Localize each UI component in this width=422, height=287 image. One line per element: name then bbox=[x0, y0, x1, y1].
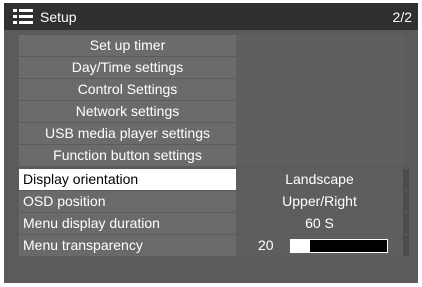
osd-position-label[interactable]: OSD position bbox=[19, 191, 236, 212]
row-edge bbox=[403, 213, 409, 234]
submenu-set-up-timer[interactable]: Set up timer bbox=[19, 35, 236, 56]
menu-title: Setup bbox=[40, 9, 77, 25]
display-orientation-value[interactable]: Landscape bbox=[236, 169, 403, 190]
submenu-day-time-settings[interactable]: Day/Time settings bbox=[19, 57, 236, 78]
display-orientation-label[interactable]: Display orientation bbox=[19, 169, 236, 190]
menu-transparency-control[interactable]: 20 bbox=[236, 235, 403, 256]
menu-transparency-value: 20 bbox=[258, 237, 274, 253]
row-edge bbox=[403, 191, 409, 212]
submenu-usb-media-player-settings[interactable]: USB media player settings bbox=[19, 123, 236, 144]
submenu-network-settings[interactable]: Network settings bbox=[19, 101, 236, 122]
menu-display-duration-value[interactable]: 60 S bbox=[236, 213, 403, 234]
menu-list-icon bbox=[13, 9, 35, 25]
page-indicator: 2/2 bbox=[392, 9, 412, 25]
setup-menu-panel: Setup 2/2 Set up timer Day/Time settings… bbox=[4, 3, 418, 283]
menu-display-duration-label[interactable]: Menu display duration bbox=[19, 213, 236, 234]
row-edge bbox=[403, 235, 409, 256]
menu-transparency-level bbox=[291, 240, 311, 252]
menu-transparency-label[interactable]: Menu transparency bbox=[19, 235, 236, 256]
submenu-function-button-settings[interactable]: Function button settings bbox=[19, 145, 236, 166]
menu-transparency-slider[interactable] bbox=[290, 239, 388, 253]
submenu-background bbox=[236, 35, 405, 165]
menu-header: Setup 2/2 bbox=[4, 3, 418, 30]
osd-position-value[interactable]: Upper/Right bbox=[236, 191, 403, 212]
row-edge bbox=[403, 169, 409, 190]
submenu-control-settings[interactable]: Control Settings bbox=[19, 79, 236, 100]
